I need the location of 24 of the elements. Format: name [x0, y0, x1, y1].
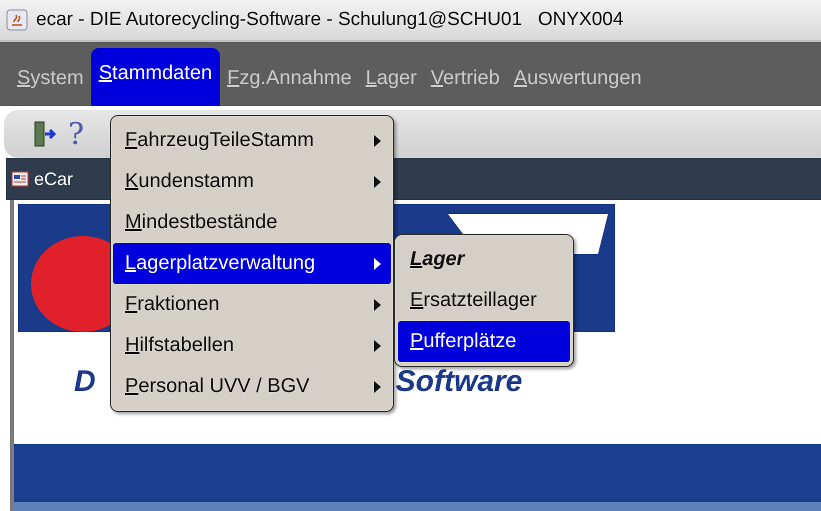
menu-item[interactable]: Mindestbestände — [113, 202, 391, 243]
java-app-icon — [6, 9, 28, 31]
logo-text: Software — [396, 365, 522, 399]
menu-bar-item[interactable]: Stammdaten — [90, 48, 220, 106]
menu-item[interactable]: Ersatzteillager — [398, 280, 570, 321]
help-button[interactable]: ? — [68, 116, 84, 152]
app-window-icon — [10, 169, 30, 189]
menu-item[interactable]: Personal UVV / BGV — [113, 366, 391, 407]
window-title: ecar - DIE Autorecycling-Software - Schulung1@SCHU01 ONYX004 — [36, 9, 624, 31]
menu-item[interactable]: Kundenstamm — [113, 161, 391, 202]
exit-door-icon[interactable] — [32, 120, 58, 148]
menu-item[interactable]: Lagerplatzverwaltung — [113, 243, 391, 284]
logo-text: D — [74, 365, 96, 399]
menu-bar-item[interactable]: Lager — [358, 67, 424, 106]
menu-item[interactable]: FahrzeugTeileStamm — [113, 120, 391, 161]
menu-item[interactable]: Fraktionen — [113, 284, 391, 325]
inner-window-title: eCar — [34, 168, 74, 190]
menu-bar-item[interactable]: System — [10, 67, 91, 106]
menu-item[interactable]: Lager — [398, 239, 570, 280]
menu-item[interactable]: Pufferplätze — [398, 321, 570, 362]
menu-bar-item[interactable]: Vertrieb — [424, 67, 507, 106]
menu-bar-item[interactable]: Auswertungen — [506, 67, 649, 106]
menu-item[interactable]: Hilfstabellen — [113, 325, 391, 366]
menu-bar-item[interactable]: Fzg.Annahme — [220, 67, 359, 106]
